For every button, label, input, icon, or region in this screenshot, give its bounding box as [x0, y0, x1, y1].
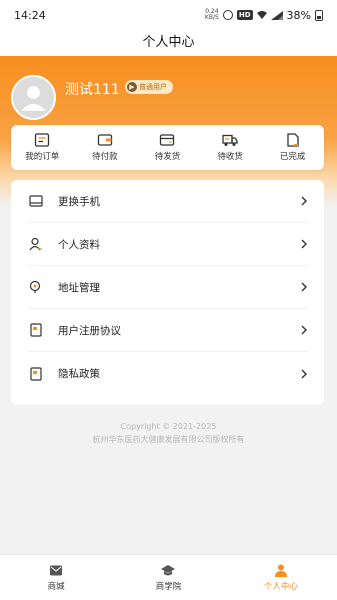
menu-item-label: 隐私政策: [58, 368, 100, 380]
menu-item-profile[interactable]: 个人资料: [28, 223, 308, 266]
battery-percent: 38%: [286, 8, 311, 22]
orders-card: 我的订单 待付款 待发货 待收货 已完成: [11, 125, 324, 170]
tab-label: 商学院: [155, 581, 182, 592]
order-label: 待发货: [154, 152, 181, 162]
menu-item-label: 个人资料: [58, 238, 100, 251]
status-icons: 0.24 KB/S HD 38%: [205, 9, 323, 22]
chevron-right-icon: [301, 239, 307, 249]
order-item-all[interactable]: 我的订单: [17, 133, 67, 162]
user-icon: [28, 236, 44, 252]
battery-icon: [315, 9, 323, 21]
wifi-icon: [256, 11, 267, 19]
truck-icon: [222, 134, 238, 146]
order-item-pending-receipt[interactable]: 待收货: [205, 133, 255, 162]
mail-icon: [50, 565, 63, 575]
menu-item-privacy-policy[interactable]: 隐私政策: [28, 352, 308, 395]
location-icon: [28, 279, 44, 295]
menu-item-user-agreement[interactable]: 用户注册协议: [28, 309, 308, 352]
network-speed: 0.24 KB/S: [205, 9, 219, 21]
chevron-right-icon: [301, 325, 307, 335]
graduation-cap-icon: [161, 564, 176, 575]
hd-icon: HD: [236, 10, 253, 20]
order-item-pending-payment[interactable]: 待付款: [80, 133, 130, 162]
order-item-pending-shipment[interactable]: 待发货: [142, 133, 192, 162]
avatar-placeholder-icon: [13, 77, 54, 118]
menu-item-label: 用户注册协议: [58, 324, 121, 337]
order-label: 待付款: [92, 152, 118, 162]
order-label: 已完成: [279, 152, 306, 162]
package-icon: [160, 134, 175, 146]
wallet-icon: [97, 134, 113, 146]
order-label: 我的订单: [25, 152, 60, 162]
menu-item-address[interactable]: 地址管理: [28, 266, 308, 309]
page-title: 个人中心: [0, 30, 337, 56]
tab-business-school[interactable]: 商学院: [112, 555, 224, 600]
username: 测试111: [65, 82, 120, 98]
privacy-icon: [28, 366, 44, 382]
status-time: 14:24: [14, 8, 46, 22]
tab-label: 个人中心: [263, 581, 298, 592]
tab-mall[interactable]: 商城: [0, 555, 112, 600]
member-level-badge: ▶ 普通用户: [125, 80, 173, 94]
settings-menu: 更换手机 个人资料 地址管理 用户注册协议 隐私政策: [11, 180, 324, 405]
alarm-icon: [222, 10, 233, 20]
tab-personal-center[interactable]: 个人中心: [225, 555, 337, 600]
company-name: 杭州华东医药大健康发展有限公司版权所有: [92, 435, 245, 444]
menu-item-label: 更换手机: [58, 195, 100, 208]
document-done-icon: [287, 133, 299, 147]
play-icon: ▶: [127, 82, 137, 92]
agreement-icon: [28, 322, 44, 338]
network-speed-unit: KB/S: [204, 14, 219, 21]
member-level-label: 普通用户: [139, 83, 167, 91]
order-item-completed[interactable]: 已完成: [268, 133, 318, 162]
menu-item-label: 地址管理: [58, 281, 100, 294]
order-list-icon: [35, 133, 50, 147]
menu-item-change-phone[interactable]: 更换手机: [28, 180, 308, 223]
chevron-right-icon: [301, 196, 307, 206]
bottom-tab-bar: 商城 商学院 个人中心: [0, 554, 337, 600]
tab-label: 商城: [47, 581, 65, 592]
chevron-right-icon: [301, 369, 307, 378]
status-bar: 14:24 0.24 KB/S HD 38%: [0, 0, 337, 30]
tablet-icon: [28, 193, 44, 209]
chevron-right-icon: [301, 282, 307, 292]
order-label: 待收货: [217, 152, 243, 162]
person-icon: [274, 564, 287, 577]
copyright-line: Copyright © 2021-2025: [120, 422, 217, 431]
signal-icon: [270, 10, 283, 20]
copyright: Copyright © 2021-2025 杭州华东医药大健康发展有限公司版权所…: [0, 420, 337, 446]
avatar[interactable]: [11, 75, 56, 120]
